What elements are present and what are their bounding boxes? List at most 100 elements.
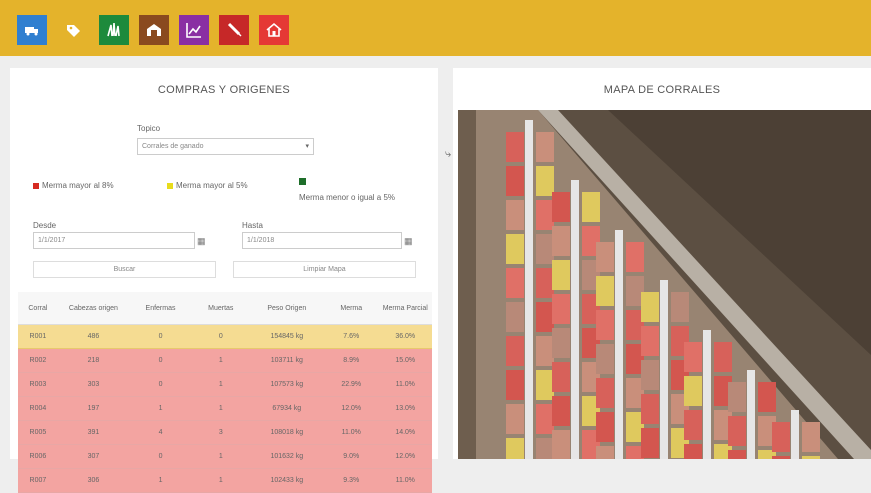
corral-pen[interactable]	[596, 446, 614, 459]
corral-pen[interactable]	[552, 226, 570, 256]
corral-pen[interactable]	[536, 268, 554, 298]
corral-pen[interactable]	[582, 192, 600, 222]
nav-grass-button[interactable]	[99, 15, 129, 45]
corral-pen[interactable]	[506, 438, 524, 459]
map-image	[458, 110, 871, 459]
corral-pen[interactable]	[596, 344, 614, 374]
corral-pen[interactable]	[506, 166, 524, 196]
table-row[interactable]: R005 391 4 3 108018 kg 11.0% 14.0%	[18, 420, 432, 445]
corral-pen[interactable]	[506, 234, 524, 264]
col-header[interactable]: Muertas	[191, 292, 250, 325]
nav-syringe-button[interactable]	[219, 15, 249, 45]
corral-pen[interactable]	[684, 444, 702, 459]
table-row[interactable]: R004 197 1 1 67934 kg 12.0% 13.0%	[18, 396, 432, 421]
corral-pen[interactable]	[506, 404, 524, 434]
corral-pen[interactable]	[596, 276, 614, 306]
corral-pen[interactable]	[506, 268, 524, 298]
corral-pen[interactable]	[758, 382, 776, 412]
corral-pen[interactable]	[684, 376, 702, 406]
corral-pen[interactable]	[536, 438, 554, 459]
corral-pen[interactable]	[684, 342, 702, 372]
corral-pen[interactable]	[728, 382, 746, 412]
corral-pen[interactable]	[536, 200, 554, 230]
corral-pen[interactable]	[641, 326, 659, 356]
col-header[interactable]: Corral	[18, 292, 58, 325]
table-cell: 486	[57, 324, 130, 349]
corral-pen[interactable]	[714, 342, 732, 372]
desde-input[interactable]: 1/1/2017	[33, 232, 195, 249]
corral-pen[interactable]	[626, 242, 644, 272]
nav-truck-button[interactable]	[17, 15, 47, 45]
nav-home-button[interactable]	[259, 15, 289, 45]
corral-pen[interactable]	[536, 404, 554, 434]
table-cell: 22.9%	[324, 372, 379, 397]
corral-pen[interactable]	[641, 394, 659, 424]
corral-pen[interactable]	[506, 132, 524, 162]
corral-pen[interactable]	[506, 302, 524, 332]
corral-pen[interactable]	[552, 362, 570, 392]
corral-pen[interactable]	[802, 422, 820, 452]
table-cell: 197	[57, 396, 130, 421]
corral-pen[interactable]	[506, 200, 524, 230]
corral-pen[interactable]	[506, 336, 524, 366]
corral-pen[interactable]	[671, 292, 689, 322]
table-row[interactable]: R001 486 0 0 154845 kg 7.6% 36.0%	[18, 324, 432, 349]
corrales-map[interactable]	[458, 110, 871, 459]
table-cell: 107573 kg	[249, 372, 324, 397]
grass-icon	[107, 22, 120, 37]
col-header[interactable]: Merma	[324, 292, 379, 325]
table-row[interactable]: R007 306 1 1 102433 kg 9.3% 11.0%	[18, 468, 432, 493]
corral-pen[interactable]	[552, 328, 570, 358]
corral-pen[interactable]	[684, 410, 702, 440]
corral-pen[interactable]	[728, 416, 746, 446]
corral-pen[interactable]	[536, 336, 554, 366]
table-cell: R002	[18, 348, 58, 373]
corral-pen[interactable]	[596, 378, 614, 408]
calendar-icon[interactable]: ▦	[404, 236, 413, 247]
feed-lane	[571, 180, 579, 459]
corral-pen[interactable]	[641, 360, 659, 390]
nav-barn-button[interactable]	[139, 15, 169, 45]
corral-pen[interactable]	[536, 370, 554, 400]
corral-pen[interactable]	[552, 192, 570, 222]
col-header[interactable]: Cabezas origen	[57, 292, 130, 325]
nav-tag-button[interactable]	[58, 15, 88, 45]
corral-pen[interactable]	[536, 302, 554, 332]
table-cell: 303	[57, 372, 130, 397]
table-cell: 1	[191, 372, 250, 397]
corral-pen[interactable]	[728, 450, 746, 459]
table-cell: R007	[18, 468, 58, 493]
table-cell: 3	[191, 420, 250, 445]
corral-pen[interactable]	[596, 242, 614, 272]
corral-pen[interactable]	[552, 260, 570, 290]
table-cell: 0	[191, 324, 250, 349]
legend-yellow: Merma mayor al 5%	[167, 181, 248, 190]
nav-chart-button[interactable]	[179, 15, 209, 45]
calendar-icon[interactable]: ▦	[197, 236, 206, 247]
corral-pen[interactable]	[596, 310, 614, 340]
corral-pen[interactable]	[772, 422, 790, 452]
corral-pen[interactable]	[641, 428, 659, 458]
table-row[interactable]: R003 303 0 1 107573 kg 22.9% 11.0%	[18, 372, 432, 397]
table-row[interactable]: R002 218 0 1 103711 kg 8.9% 15.0%	[18, 348, 432, 373]
table-cell: 14.0%	[378, 420, 432, 445]
col-header[interactable]: Enfermas	[129, 292, 192, 325]
type-select[interactable]: Corrales de ganado ▾	[137, 138, 314, 155]
corral-pen[interactable]	[552, 294, 570, 324]
col-header[interactable]: Peso Origen	[249, 292, 324, 325]
table-row[interactable]: R006 307 0 1 101632 kg 9.0% 12.0%	[18, 444, 432, 469]
cursor-icon: ⤷	[445, 148, 452, 160]
col-header[interactable]: Merma Parcial	[378, 292, 432, 325]
corral-pen[interactable]	[552, 396, 570, 426]
corral-pen[interactable]	[596, 412, 614, 442]
corral-pen[interactable]	[506, 370, 524, 400]
search-button[interactable]: Buscar	[33, 261, 216, 278]
corral-pen[interactable]	[552, 430, 570, 459]
hasta-label: Hasta	[242, 221, 263, 230]
corral-pen[interactable]	[536, 234, 554, 264]
clear-map-button[interactable]: Limpiar Mapa	[233, 261, 416, 278]
corral-pen[interactable]	[536, 132, 554, 162]
corral-pen[interactable]	[641, 292, 659, 322]
hasta-input[interactable]: 1/1/2018	[242, 232, 402, 249]
corral-pen[interactable]	[536, 166, 554, 196]
